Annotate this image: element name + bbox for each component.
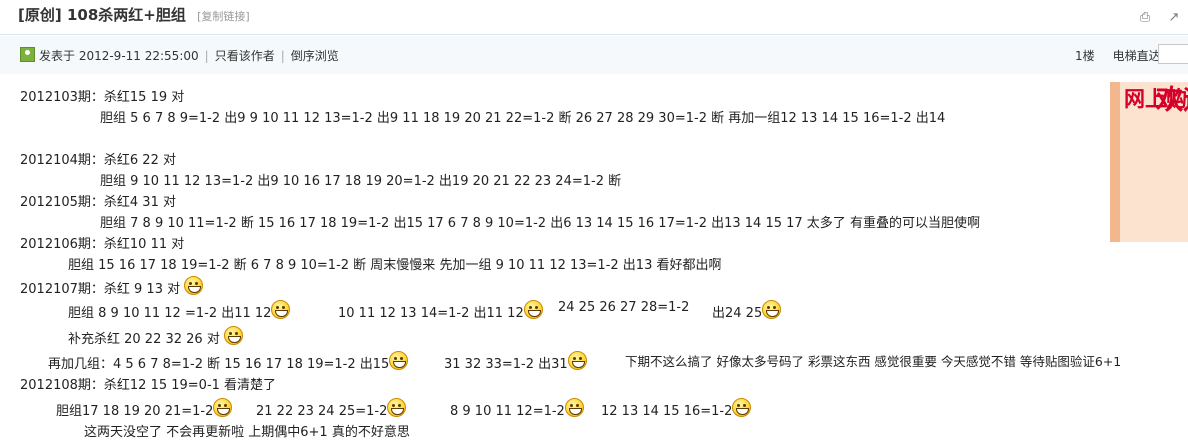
floor-number: 1楼 (1075, 49, 1095, 63)
post-line-14a: 胆组17 18 19 20 21=1-2 (56, 404, 214, 419)
header-divider (0, 34, 1188, 35)
post-line-14c: 8 9 10 11 12=1-2 (450, 404, 565, 419)
post-line-9-text: 2012107期：杀红 9 13 对 (20, 282, 181, 297)
post-line-10: 胆组 8 9 10 11 12 =1-2 出11 12 (68, 300, 291, 321)
grin-emoticon (564, 398, 584, 417)
author-online-icon (20, 47, 35, 62)
only-author-link[interactable]: 只看该作者 (215, 49, 275, 63)
post-line-12b-wrap: 31 32 33=1-2 出31 (444, 351, 587, 372)
copy-link[interactable]: [复制链接] (197, 10, 250, 23)
post-line-10d: 出24 25 (712, 306, 763, 321)
post-date: 发表于 2012-9-11 22:55:00 (39, 49, 199, 63)
thread-title-text: 108杀两红+胆组 (66, 6, 186, 24)
jump-floor-input[interactable] (1158, 44, 1188, 64)
ad-text-left: 网上购彩已恢复 (1124, 87, 1188, 111)
post-line-8: 胆组 15 16 17 18 19=1-2 断 6 7 8 9 10=1-2 断… (68, 258, 722, 273)
post-line-10b: 10 11 12 13 14=1-2 出11 12 (338, 306, 524, 321)
post-line-2: 胆组 5 6 7 8 9=1-2 出9 9 10 11 12 13=1-2 出9… (100, 111, 946, 126)
grin-emoticon (523, 300, 543, 319)
post-line-14d-wrap: 12 13 14 15 16=1-2 (601, 398, 752, 419)
grin-emoticon (271, 300, 291, 319)
post-line-10d-wrap: 出24 25 (712, 300, 782, 321)
original-tag: [原创] (18, 6, 62, 24)
grin-emoticon (387, 398, 407, 417)
post-line-4: 胆组 9 10 11 12 13=1-2 出9 10 16 17 18 19 2… (100, 174, 622, 189)
post-line-1: 2012103期：杀红15 19 对 (20, 90, 185, 105)
post-meta: 发表于 2012-9-11 22:55:00 | 只看该作者 | 倒序浏览 (20, 47, 339, 64)
floor-info: 1楼 电梯直达 (1075, 47, 1161, 64)
post-line-15: 这两天没空了 不会再更新啦 上期偶中6+1 真的不好意思 (84, 425, 410, 440)
header-tools: ⎙ ↗ (1129, 6, 1182, 26)
separator: | (204, 49, 209, 63)
ad-banner[interactable]: 网上购彩已恢复 欢迎入场 ▶ (1110, 82, 1188, 242)
post-line-14b-wrap: 21 22 23 24 25=1-2 (256, 398, 407, 419)
post-line-14c-wrap: 8 9 10 11 12=1-2 (450, 398, 584, 419)
post-line-12b: 31 32 33=1-2 出31 (444, 357, 568, 372)
post-line-7: 2012106期：杀红10 11 对 (20, 237, 185, 252)
thread-title: [原创] 108杀两红+胆组 [复制链接] (18, 4, 250, 25)
post-line-6: 胆组 7 8 9 10 11=1-2 断 15 16 17 18 19=1-2 … (100, 216, 980, 231)
post-line-12c: 下期不这么搞了 好像太多号码了 彩票这东西 感觉很重要 今天感觉不错 等待贴图验… (625, 354, 1122, 369)
jump-to-floor-label: 电梯直达 (1112, 49, 1161, 63)
grin-emoticon (762, 300, 782, 319)
grin-emoticon (213, 398, 233, 417)
grin-emoticon (184, 276, 204, 295)
grin-emoticon (567, 351, 587, 370)
post-line-5: 2012105期：杀红4 31 对 (20, 195, 176, 210)
reverse-order-link[interactable]: 倒序浏览 (291, 49, 339, 63)
ad-stripe (1110, 82, 1120, 242)
post-line-14d: 12 13 14 15 16=1-2 (601, 404, 733, 419)
post-line-10b-wrap: 10 11 12 13 14=1-2 出11 12 (338, 300, 543, 321)
post-line-14b: 21 22 23 24 25=1-2 (256, 404, 388, 419)
post-line-10c: 24 25 26 27 28=1-2 (558, 300, 690, 315)
share-icon[interactable]: ↗ (1166, 10, 1182, 26)
post-line-11-text: 补充杀红 20 22 32 26 对 (68, 332, 220, 347)
post-line-3: 2012104期：杀红6 22 对 (20, 153, 176, 168)
post-line-9: 2012107期：杀红 9 13 对 (20, 276, 204, 297)
separator: | (280, 49, 285, 63)
print-icon[interactable]: ⎙ (1137, 10, 1153, 26)
ad-text-right: 欢迎入场 ▶ (1156, 85, 1188, 116)
post-line-10a: 胆组 8 9 10 11 12 =1-2 出11 12 (68, 306, 272, 321)
post-line-13: 2012108期：杀红12 15 19=0-1 看清楚了 (20, 378, 277, 393)
post-line-12a-wrap: 再加几组：4 5 6 7 8=1-2 断 15 16 17 18 19=1-2 … (48, 351, 409, 372)
grin-emoticon (732, 398, 752, 417)
grin-emoticon (223, 326, 243, 345)
grin-emoticon (389, 351, 409, 370)
post-line-12a: 再加几组：4 5 6 7 8=1-2 断 15 16 17 18 19=1-2 … (48, 357, 390, 372)
post-line-14a-wrap: 胆组17 18 19 20 21=1-2 (56, 398, 233, 419)
post-line-11: 补充杀红 20 22 32 26 对 (68, 326, 243, 347)
